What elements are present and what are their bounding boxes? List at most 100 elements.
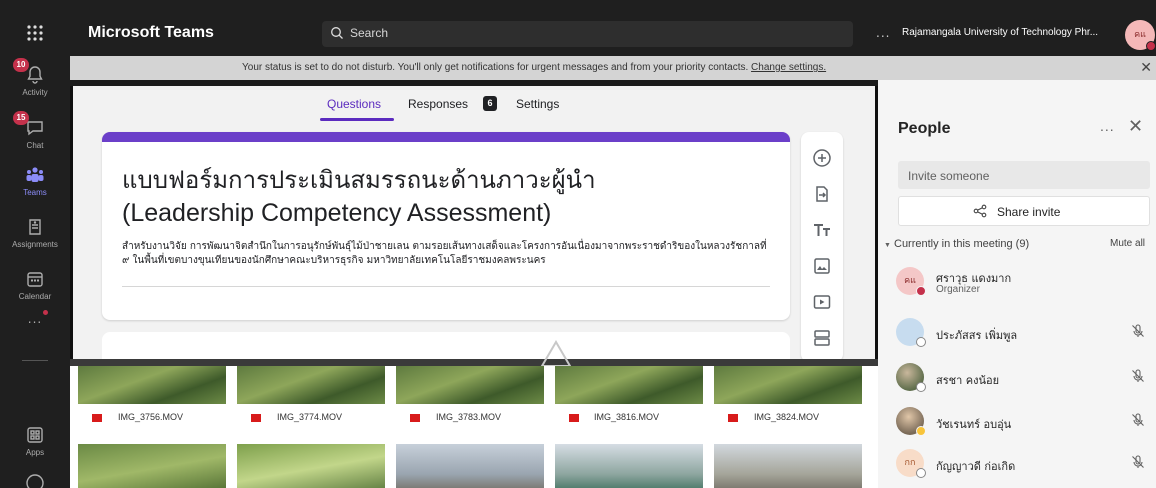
search-input[interactable]: Search (322, 21, 853, 47)
participant-row[interactable]: วัชเรนทร์ อบอุ่น (896, 407, 1152, 441)
tab-responses[interactable]: Responses (408, 97, 468, 111)
video-thumbnail[interactable] (78, 366, 226, 404)
rail-teams[interactable]: Teams (0, 164, 70, 197)
image-icon[interactable] (812, 256, 832, 276)
offline-status-icon (916, 337, 926, 347)
rail-divider (22, 360, 48, 361)
rail-activity[interactable]: 10 Activity (0, 58, 70, 97)
participant-row[interactable]: สรชา คงน้อย (896, 363, 1152, 397)
description-underline (122, 286, 770, 287)
app-launcher-button[interactable] (0, 22, 70, 44)
apps-icon (27, 427, 43, 443)
video-thumbnail[interactable] (714, 444, 862, 488)
section-icon[interactable] (812, 328, 832, 348)
change-settings-link[interactable]: Change settings. (751, 62, 826, 73)
share-invite-label: Share invite (997, 205, 1061, 219)
participant-row[interactable]: คแ ศราวุธ แดงมาก Organizer (896, 267, 1152, 301)
close-icon[interactable]: ✕ (1128, 116, 1143, 137)
tab-questions[interactable]: Questions (327, 97, 381, 111)
video-thumbnail[interactable] (237, 444, 385, 488)
import-questions-icon[interactable] (812, 184, 832, 204)
video-thumbnail[interactable] (555, 444, 703, 488)
file-name[interactable]: IMG_3824.MOV (754, 412, 819, 422)
meeting-header-label: Currently in this meeting (9) (894, 238, 1030, 250)
rail-apps[interactable]: Apps (0, 424, 70, 457)
rail-chat[interactable]: 15 Chat (0, 111, 70, 150)
rail-label-chat: Chat (26, 141, 44, 150)
title-text-icon[interactable] (812, 220, 832, 240)
rail-label-teams: Teams (23, 188, 47, 197)
split-resize-bar[interactable] (70, 359, 878, 366)
app-rail: 10 Activity 15 Chat Teams Assignments Ca… (0, 0, 70, 488)
dnd-notification-bar: Your status is set to do not disturb. Yo… (70, 56, 1156, 80)
participant-row[interactable]: ประภัสสร เพิ่มพูล (896, 318, 1152, 352)
people-title: People (898, 120, 951, 137)
video-file-gallery: IMG_3756.MOV IMG_3774.MOV IMG_3783.MOV I… (70, 366, 878, 488)
activity-badge: 10 (13, 58, 29, 72)
responses-count-badge: 6 (483, 96, 497, 111)
add-question-icon[interactable] (812, 148, 832, 168)
rail-label-apps: Apps (25, 448, 45, 457)
video-file-icon (92, 414, 102, 422)
tab-active-indicator (320, 118, 394, 121)
help-button[interactable] (0, 472, 70, 488)
participant-row[interactable]: กก กัญญาวดี ก่อเกิด (896, 449, 1152, 483)
away-status-icon (916, 426, 926, 436)
share-icon (973, 204, 987, 218)
form-title-english[interactable]: (Leadership Competency Assessment) (122, 199, 551, 228)
invite-input[interactable]: Invite someone (898, 161, 1150, 189)
title-bar: Microsoft Teams Search ... Rajamangala U… (70, 0, 1156, 56)
settings-more-button[interactable]: ... (876, 26, 890, 40)
form-title-thai[interactable]: แบบฟอร์มการประเมินสมรรถนะด้านภาวะผู้นำ (122, 160, 596, 199)
offline-status-icon (916, 382, 926, 392)
app-title: Microsoft Teams (88, 24, 214, 41)
video-thumbnail[interactable] (714, 366, 862, 404)
file-name[interactable]: IMG_3816.MOV (594, 412, 659, 422)
mic-off-icon[interactable] (1130, 412, 1146, 428)
mute-all-button[interactable]: Mute all (1110, 238, 1145, 249)
dnd-status-icon (1146, 41, 1156, 51)
participant-name: สรชา คงน้อย (936, 374, 1000, 387)
rail-more-label: ... (27, 312, 43, 326)
video-thumbnail[interactable] (396, 366, 544, 404)
video-thumbnail[interactable] (237, 366, 385, 404)
file-name[interactable]: IMG_3756.MOV (118, 412, 183, 422)
video-thumbnail[interactable] (555, 366, 703, 404)
shared-screen: Questions Responses 6 Settings แบบฟอร์มก… (70, 80, 878, 488)
question-card[interactable] (102, 332, 790, 359)
participant-name: ประภัสสร เพิ่มพูล (936, 329, 1018, 342)
form-header-card[interactable]: แบบฟอร์มการประเมินสมรรถนะด้านภาวะผู้นำ (… (102, 132, 790, 320)
video-thumbnail[interactable] (78, 444, 226, 488)
meeting-participants-header[interactable]: ▼ Currently in this meeting (9) (884, 238, 1029, 250)
mic-off-icon[interactable] (1130, 454, 1146, 470)
search-icon (331, 27, 343, 39)
video-file-icon (251, 414, 261, 422)
file-name[interactable]: IMG_3783.MOV (436, 412, 501, 422)
file-name[interactable]: IMG_3774.MOV (277, 412, 342, 422)
mic-off-icon[interactable] (1130, 368, 1146, 384)
rail-more[interactable]: ... (0, 310, 70, 326)
people-more-button[interactable]: ... (1100, 118, 1115, 134)
waffle-icon (27, 25, 43, 41)
rail-calendar[interactable]: Calendar (0, 268, 70, 301)
form-toolbar (801, 132, 843, 359)
rail-assignments[interactable]: Assignments (0, 216, 70, 249)
video-thumbnail[interactable] (396, 444, 544, 488)
close-icon[interactable]: ✕ (1140, 59, 1152, 76)
share-invite-button[interactable]: Share invite (898, 196, 1150, 226)
help-icon (26, 474, 44, 488)
chat-badge: 15 (13, 111, 29, 125)
video-icon[interactable] (812, 292, 832, 312)
participant-name: กัญญาวดี ก่อเกิด (936, 460, 1016, 473)
assignments-icon (29, 219, 41, 235)
org-name[interactable]: Rajamangala University of Technology Phr… (902, 27, 1098, 38)
tab-settings[interactable]: Settings (516, 97, 559, 111)
form-description[interactable]: สำหรับงานวิจัย การพัฒนาจิตสำนึกในการอนุร… (122, 240, 772, 268)
invite-placeholder: Invite someone (908, 169, 990, 183)
notice-message: Your status is set to do not disturb. Yo… (242, 62, 826, 73)
dnd-status-icon (916, 286, 926, 296)
rail-label-assignments: Assignments (12, 240, 58, 249)
video-file-icon (569, 414, 579, 422)
video-file-icon (728, 414, 738, 422)
mic-off-icon[interactable] (1130, 323, 1146, 339)
